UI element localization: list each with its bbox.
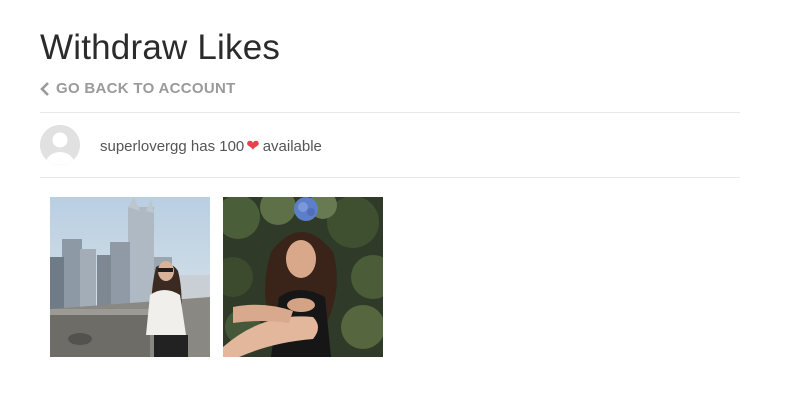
chevron-left-icon <box>40 81 49 96</box>
page-title: Withdraw Likes <box>40 28 281 67</box>
heart-icon: ❤ <box>246 138 260 155</box>
username: superlovergg <box>100 137 187 155</box>
back-to-account-link[interactable]: GO BACK TO ACCOUNT <box>40 80 236 97</box>
photo-thumbnail-city[interactable] <box>50 197 210 357</box>
portrait-photo <box>223 197 383 357</box>
divider-top <box>40 112 740 113</box>
has-label: has <box>190 137 216 155</box>
back-link-label: GO BACK TO ACCOUNT <box>56 80 236 97</box>
avatar <box>40 125 80 165</box>
divider-bottom <box>40 177 740 178</box>
likes-count: 100 <box>219 137 245 155</box>
available-label: available <box>262 137 322 155</box>
photo-thumbnail-portrait[interactable] <box>223 197 383 357</box>
user-silhouette-icon <box>40 125 80 165</box>
city-photo <box>50 197 210 357</box>
likes-summary: superlovergg has 100 ❤ available <box>100 136 322 156</box>
